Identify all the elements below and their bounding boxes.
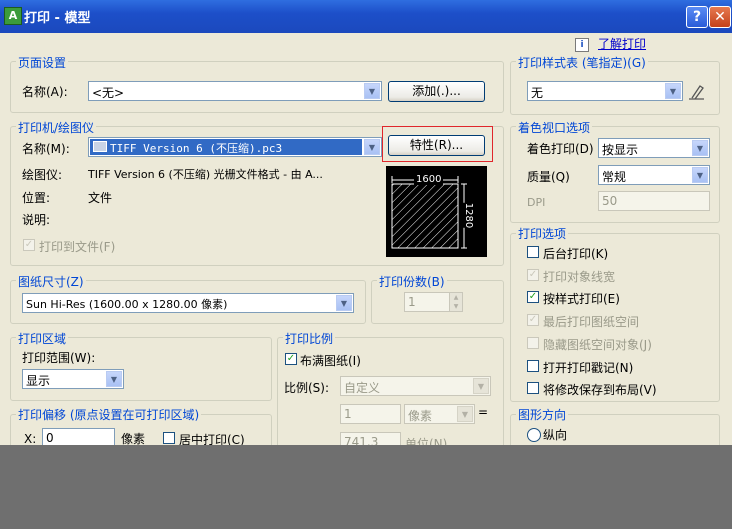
plot-option-label: 打印对象线宽 bbox=[543, 269, 616, 284]
plot-option-label: 最后打印图纸空间 bbox=[543, 315, 640, 330]
paper-size-title: 图纸尺寸(Z) bbox=[16, 273, 86, 290]
plotter-value: TIFF Version 6 (不压缩) 光栅文件格式 - 由 A... bbox=[88, 168, 323, 181]
plot-option-checkbox[interactable]: ✓ bbox=[527, 291, 539, 304]
scale-unit-select[interactable]: 像素 ▼ bbox=[404, 404, 475, 424]
window-title: 打印 - 模型 bbox=[24, 11, 91, 26]
add-page-setup-button[interactable]: 添加(.)... bbox=[388, 81, 485, 102]
page-setup-title: 页面设置 bbox=[16, 54, 69, 71]
dpi-input[interactable]: 50 bbox=[598, 191, 710, 211]
scale-select[interactable]: 自定义 ▼ bbox=[340, 376, 491, 396]
preview-width-label: 1600 bbox=[414, 174, 444, 185]
chevron-down-icon: ▼ bbox=[106, 371, 122, 387]
copies-input[interactable]: 1 bbox=[404, 292, 450, 312]
properties-button[interactable]: 特性(R)... bbox=[388, 135, 485, 156]
plotter-label: 绘图仪: bbox=[22, 168, 63, 182]
autocad-app-icon: A bbox=[4, 7, 22, 25]
location-value: 文件 bbox=[88, 191, 113, 205]
plot-scale-title: 打印比例 bbox=[283, 330, 336, 347]
location-label: 位置: bbox=[22, 191, 51, 205]
orientation-title: 图形方向 bbox=[516, 406, 569, 423]
what-to-plot-select[interactable]: 显示 ▼ bbox=[22, 369, 124, 389]
chevron-down-icon: ▼ bbox=[457, 406, 473, 422]
scale-label: 比例(S): bbox=[284, 381, 330, 395]
plot-option-checkbox[interactable] bbox=[527, 246, 539, 258]
center-plot-label: 居中打印(C) bbox=[179, 433, 245, 445]
scale-unit-label: 单位(N) bbox=[405, 437, 448, 445]
chevron-down-icon: ▼ bbox=[364, 83, 380, 99]
plot-option-checkbox[interactable] bbox=[527, 359, 539, 372]
quality-select[interactable]: 常规 ▼ bbox=[598, 165, 710, 185]
print-dialog: A 打印 - 模型 ? ✕ i 了解打印 页面设置 名称(A): <无> ▼ 添… bbox=[0, 0, 732, 445]
chevron-down-icon: ▼ bbox=[364, 139, 380, 155]
title-bar: A 打印 - 模型 ? ✕ bbox=[0, 0, 732, 33]
portrait-label: 纵向 bbox=[543, 428, 568, 442]
print-to-file-label: 打印到文件(F) bbox=[39, 240, 116, 254]
plot-option-label: 将修改保存到布局(V) bbox=[543, 383, 657, 398]
printer-name-label: 名称(M): bbox=[22, 142, 70, 156]
plot-style-table-select[interactable]: 无 ▼ bbox=[527, 81, 683, 101]
plot-options-title: 打印选项 bbox=[516, 225, 569, 242]
plot-option-checkbox[interactable] bbox=[527, 336, 539, 349]
plot-option-label: 打开打印戳记(N) bbox=[543, 360, 634, 375]
print-to-file-checkbox[interactable]: ✓ bbox=[23, 239, 35, 251]
chevron-down-icon: ▼ bbox=[473, 378, 489, 394]
paper-size-select[interactable]: Sun Hi-Res (1600.00 x 1280.00 像素) ▼ bbox=[22, 293, 354, 313]
plot-offset-title: 打印偏移 (原点设置在可打印区域) bbox=[16, 406, 202, 423]
page-setup-name-select[interactable]: <无> ▼ bbox=[88, 81, 382, 101]
paper-preview: 1600 1280 bbox=[386, 166, 487, 257]
chevron-down-icon: ▼ bbox=[692, 140, 708, 156]
shaded-viewport-title: 着色视口选项 bbox=[516, 119, 593, 136]
offset-x-label: X: bbox=[24, 432, 37, 445]
plot-area-title: 打印区域 bbox=[16, 330, 69, 347]
printer-plotter-title: 打印机/绘图仪 bbox=[16, 119, 97, 136]
quality-label: 质量(Q) bbox=[527, 170, 570, 184]
help-button[interactable]: ? bbox=[686, 6, 708, 28]
printer-name-value: TIFF Version 6 (不压缩).pc3 bbox=[110, 142, 283, 155]
copies-spinner[interactable]: ▲ ▼ bbox=[449, 292, 463, 312]
chevron-down-icon: ▼ bbox=[336, 295, 352, 311]
shade-plot-select[interactable]: 按显示 ▼ bbox=[598, 138, 710, 158]
preview-height-label: 1280 bbox=[463, 202, 475, 229]
center-plot-checkbox[interactable] bbox=[163, 432, 175, 444]
what-to-plot-label: 打印范围(W): bbox=[22, 351, 96, 365]
plot-option-label: 隐藏图纸空间对象(J) bbox=[543, 337, 652, 352]
scale-denominator-input[interactable]: 741.3 bbox=[340, 432, 401, 445]
edit-plot-style-icon[interactable] bbox=[686, 81, 708, 103]
dpi-label: DPI bbox=[527, 196, 546, 209]
offset-x-unit: 像素 bbox=[121, 432, 146, 445]
copies-title: 打印份数(B) bbox=[377, 273, 447, 290]
offset-x-input[interactable]: 0 bbox=[42, 428, 115, 445]
plot-style-table-title: 打印样式表 (笔指定)(G) bbox=[516, 54, 648, 71]
plot-option-label: 后台打印(K) bbox=[543, 247, 609, 261]
plot-option-label: 按样式打印(E) bbox=[543, 292, 620, 307]
plot-option-checkbox[interactable]: ✓ bbox=[527, 268, 539, 281]
plotter-icon bbox=[93, 141, 107, 152]
description-label: 说明: bbox=[22, 213, 51, 227]
scale-numerator-input[interactable]: 1 bbox=[340, 404, 401, 424]
plot-option-checkbox[interactable] bbox=[527, 382, 539, 395]
learn-about-plotting-link[interactable]: 了解打印 bbox=[598, 35, 646, 52]
close-button[interactable]: ✕ bbox=[709, 6, 731, 28]
chevron-down-icon: ▼ bbox=[665, 83, 681, 99]
plot-option-checkbox[interactable]: ✓ bbox=[527, 314, 539, 327]
shade-plot-label: 着色打印(D) bbox=[527, 142, 594, 156]
printer-name-select[interactable]: TIFF Version 6 (不压缩).pc3 ▼ bbox=[88, 137, 382, 157]
info-icon: i bbox=[575, 38, 589, 52]
fit-to-paper-checkbox[interactable]: ✓ bbox=[285, 353, 297, 365]
fit-to-paper-label: 布满图纸(I) bbox=[300, 354, 361, 368]
chevron-down-icon: ▼ bbox=[692, 167, 708, 183]
equals-sign: = bbox=[478, 405, 489, 419]
page-setup-name-label: 名称(A): bbox=[22, 85, 68, 99]
portrait-radio[interactable] bbox=[527, 428, 541, 442]
